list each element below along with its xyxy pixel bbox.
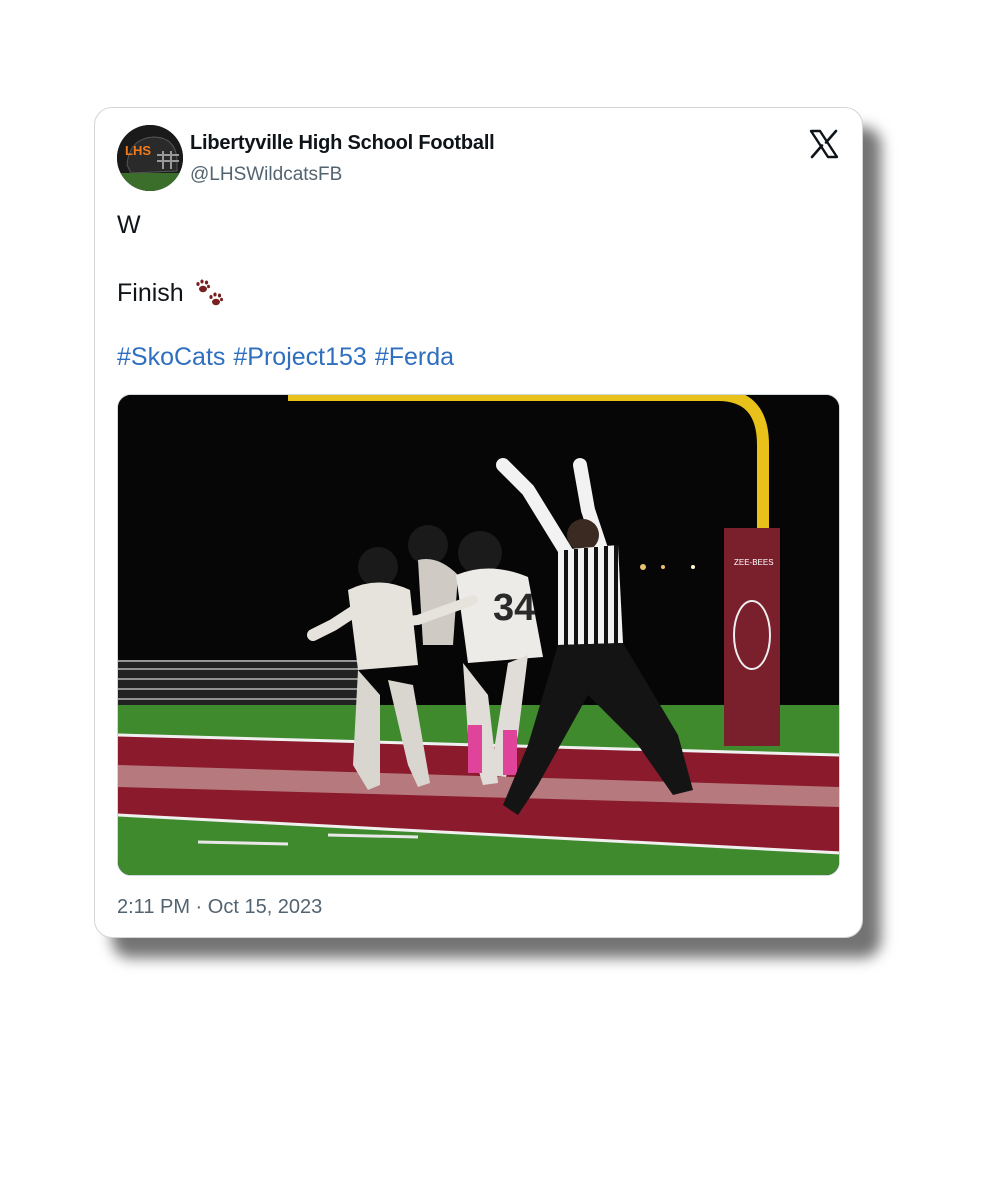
paw-prints-icon <box>194 276 228 310</box>
post-pad-text: ZEE-BEES <box>734 558 774 567</box>
hashtag-ferda[interactable]: #Ferda <box>375 343 454 372</box>
tweet-text-finish: Finish <box>117 278 184 307</box>
avatar[interactable]: LHS <box>117 125 183 191</box>
jersey-number: 34 <box>493 587 535 629</box>
hashtag-skocats[interactable]: #SkoCats <box>117 343 225 372</box>
hashtag-project153[interactable]: #Project153 <box>233 343 366 372</box>
avatar-logo-text: LHS <box>125 143 151 158</box>
tweet-text-line-1: W <box>117 211 141 239</box>
x-logo-icon[interactable] <box>808 128 840 160</box>
tweet-text-line-2: Finish <box>117 276 228 310</box>
hashtag-list: #SkoCats #Project153 #Ferda <box>117 343 454 372</box>
tweet-photo[interactable]: ZEE-BEES 34 <box>117 394 840 876</box>
user-handle[interactable]: @LHSWildcatsFB <box>190 164 342 186</box>
display-name[interactable]: Libertyville High School Football <box>190 132 495 155</box>
tweet-timestamp[interactable]: 2:11 PM · Oct 15, 2023 <box>117 896 322 919</box>
tweet-card[interactable]: LHS Libertyville High School Football @L… <box>94 107 863 938</box>
